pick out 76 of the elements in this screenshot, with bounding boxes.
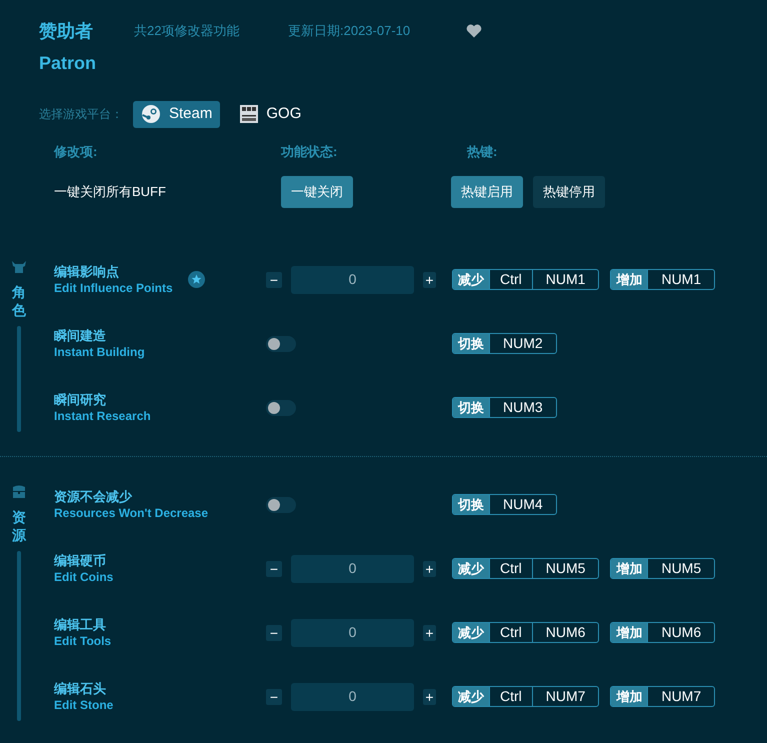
feature-name: 瞬间建造 [54, 326, 107, 344]
toggle-switch[interactable] [266, 400, 296, 416]
key-cap: NUM7 [647, 687, 714, 706]
feature-name: 编辑工具 [54, 616, 107, 632]
number-field[interactable]: 0 [291, 618, 414, 646]
toggle-switch[interactable] [266, 496, 296, 512]
key-cap: NUM5 [647, 559, 714, 578]
decrement-button[interactable]: − [266, 624, 282, 640]
hotkey-label: 增加 [611, 623, 648, 642]
hotkey-label: 减少 [453, 687, 489, 706]
key-cap: NUM4 [489, 495, 556, 514]
hotkey-toggle-button[interactable]: 热键启用 [451, 176, 523, 208]
hotkey-label: 减少 [453, 270, 489, 289]
heart-icon[interactable] [466, 24, 482, 38]
key-cap: Ctrl [489, 623, 532, 642]
decrement-button[interactable]: − [266, 688, 282, 704]
key-cap: NUM1 [532, 270, 598, 289]
key-cap: NUM6 [647, 623, 714, 642]
feature-name-english: Edit Stone [54, 696, 114, 714]
feature-name-english: Edit Coins [54, 568, 114, 586]
column-header: 功能状态: [281, 143, 338, 161]
feature-name: 编辑石头 [54, 680, 107, 696]
hotkey-label: 切换 [453, 495, 489, 514]
key-cap: NUM2 [489, 334, 556, 353]
section-title: 角色 [12, 282, 26, 320]
page-title: 赞助者 [39, 20, 94, 42]
key-cap: NUM3 [489, 398, 556, 417]
feature-count: 共22项修改器功能 [134, 22, 240, 40]
section-title: 资源 [12, 508, 26, 546]
key-cap: NUM1 [647, 270, 714, 289]
feature-name: 编辑影响点 [54, 262, 120, 280]
hotkey-label: 增加 [611, 559, 648, 578]
gog-logo-icon [240, 105, 258, 123]
feature-name-english: Edit Influence Points [54, 280, 173, 296]
feature-name-english: Resources Won't Decrease [54, 504, 208, 522]
feature-name: 资源不会减少 [54, 488, 134, 504]
number-field[interactable]: 0 [291, 554, 414, 582]
number-field[interactable]: 0 [291, 682, 414, 710]
key-cap: NUM5 [532, 559, 598, 578]
key-cap: NUM7 [532, 687, 598, 706]
increment-button[interactable]: + [423, 560, 436, 576]
page-subtitle: Patron [39, 52, 96, 74]
key-cap: NUM6 [532, 623, 598, 642]
key-cap: Ctrl [489, 559, 532, 578]
key-cap: Ctrl [489, 687, 532, 706]
platform-button[interactable]: Steam [133, 100, 220, 128]
hotkey-label: 切换 [453, 334, 489, 353]
platform-button[interactable]: GOG [232, 100, 310, 128]
hotkey-label: 减少 [453, 623, 489, 642]
feature-name-english: Instant Building [54, 344, 145, 360]
platform-label: 选择游戏平台： [39, 106, 124, 123]
key-cap: Ctrl [489, 270, 532, 289]
feature-name-english: Instant Research [54, 408, 151, 424]
feature-name: 编辑硬币 [54, 552, 107, 568]
hotkey-label: 增加 [611, 687, 648, 706]
column-header: 修改项: [54, 143, 98, 161]
toggle-switch[interactable] [266, 336, 296, 352]
increment-button[interactable]: + [423, 688, 436, 704]
global-row-label: 一键关闭所有BUFF [54, 182, 167, 201]
decrement-button[interactable]: − [266, 272, 282, 288]
number-field[interactable]: 0 [291, 266, 414, 294]
hotkey-label: 增加 [611, 270, 648, 289]
feature-name: 瞬间研究 [54, 390, 107, 408]
hotkey-label: 切换 [453, 398, 489, 417]
decrement-button[interactable]: − [266, 560, 282, 576]
increment-button[interactable]: + [423, 272, 436, 288]
disable-all-button[interactable]: 一键关闭 [281, 176, 353, 208]
chest-icon [11, 484, 27, 500]
steam-icon [141, 104, 161, 124]
column-header: 热键: [467, 143, 498, 161]
helmet-icon [11, 258, 27, 274]
update-date: 更新日期:2023-07-10 [288, 22, 412, 40]
feature-name-english: Edit Tools [54, 632, 112, 650]
hotkey-toggle-button[interactable]: 热键停用 [533, 176, 605, 208]
increment-button[interactable]: + [423, 624, 436, 640]
hotkey-label: 减少 [453, 559, 489, 578]
